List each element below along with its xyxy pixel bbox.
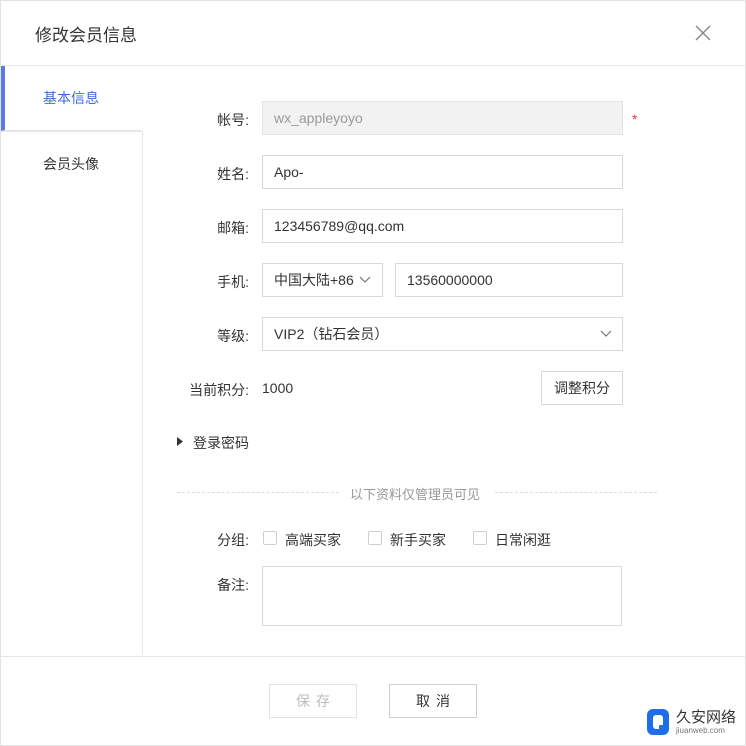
name-field[interactable]: Apo- <box>262 155 623 189</box>
group-label: 分组: <box>217 532 249 548</box>
watermark-url: jiuanweb.com <box>676 726 725 735</box>
phone-field[interactable]: 13560000000 <box>395 263 623 297</box>
level-select[interactable]: VIP2（钻石会员） <box>262 317 623 351</box>
group-checkbox-casual-browser[interactable] <box>473 531 487 545</box>
dialog-footer <box>1 656 745 746</box>
divider-line <box>495 492 657 493</box>
level-value: VIP2（钻石会员） <box>274 326 389 342</box>
save-button[interactable]: 保存 <box>269 684 357 718</box>
group-option-label: 新手买家 <box>390 532 446 548</box>
watermark-name: 久安网络 <box>676 709 737 726</box>
dialog-header: 修改会员信息 <box>1 1 745 66</box>
name-label: 姓名: <box>217 166 249 182</box>
group-option-label: 日常闲逛 <box>495 532 551 548</box>
email-field[interactable]: 123456789@qq.com <box>262 209 623 243</box>
divider-line <box>177 492 339 493</box>
required-mark: * <box>632 111 638 127</box>
phone-region-value: 中国大陆+86 <box>274 272 354 288</box>
group-checkbox-new-buyer[interactable] <box>368 531 382 545</box>
cancel-button[interactable]: 取消 <box>389 684 477 718</box>
phone-label: 手机: <box>217 274 249 290</box>
group-checkbox-high-end-buyer[interactable] <box>263 531 277 545</box>
points-label: 当前积分: <box>189 382 249 398</box>
adjust-points-button[interactable]: 调整积分 <box>541 371 623 405</box>
sidebar-item-label: 会员头像 <box>43 156 99 172</box>
sidebar-item-label: 基本信息 <box>43 90 99 106</box>
edit-member-dialog: 修改会员信息 基本信息 会员头像 帐号: wx_appleyoyo * 姓名: … <box>0 0 746 746</box>
points-value: 1000 <box>262 380 294 396</box>
sidebar-item-member-avatar[interactable]: 会员头像 <box>1 131 142 195</box>
remark-label: 备注: <box>217 577 249 593</box>
sidebar-item-basic-info[interactable]: 基本信息 <box>1 66 143 131</box>
chevron-down-icon <box>600 330 612 337</box>
close-icon[interactable] <box>693 23 713 43</box>
email-label: 邮箱: <box>217 220 249 236</box>
dialog-title: 修改会员信息 <box>35 26 137 45</box>
caret-right-icon <box>177 437 183 446</box>
account-field: wx_appleyoyo <box>262 101 623 135</box>
account-label: 帐号: <box>217 112 249 128</box>
login-password-label: 登录密码 <box>193 435 249 451</box>
level-label: 等级: <box>217 328 249 344</box>
site-watermark: 久安网络 jiuanweb.com <box>642 704 742 742</box>
remark-textarea[interactable] <box>262 566 622 626</box>
watermark-logo-icon <box>647 709 669 735</box>
sidebar: 基本信息 会员头像 <box>1 66 143 655</box>
group-option-label: 高端买家 <box>285 532 341 548</box>
chevron-down-icon <box>359 276 371 283</box>
admin-only-divider-text: 以下资料仅管理员可见 <box>350 487 481 502</box>
